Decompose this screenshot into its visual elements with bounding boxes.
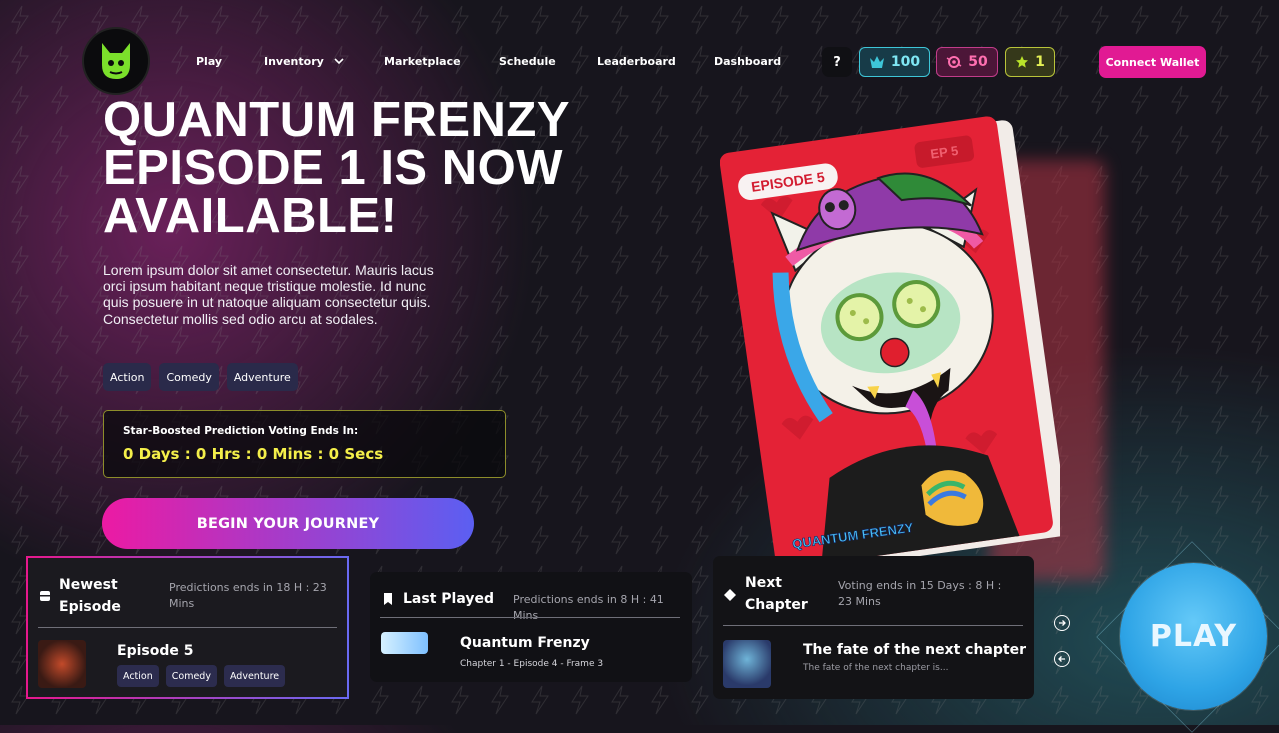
newest-episode-tags: Action Comedy Adventure <box>117 665 286 687</box>
next-chapter-card[interactable]: Next Chapter Voting ends in 15 Days : 8 … <box>713 556 1034 699</box>
card-divider <box>723 625 1023 626</box>
next-chapter-meta: Voting ends in 15 Days : 8 H : 23 Mins <box>838 579 1002 608</box>
bookmark-icon <box>384 593 392 605</box>
nav-leaderboard[interactable]: Leaderboard <box>597 55 676 68</box>
arrow-left-icon <box>1058 656 1065 662</box>
next-arrow-button[interactable] <box>1054 615 1070 631</box>
nav-schedule[interactable]: Schedule <box>499 55 556 68</box>
gem-count: 100 <box>890 54 921 70</box>
orb-balance[interactable]: 50 <box>936 47 998 77</box>
last-played-sub: Chapter 1 - Episode 4 - Frame 3 <box>460 659 604 669</box>
nav-play[interactable]: Play <box>196 55 222 68</box>
comic-book-cover[interactable]: EPISODE 5 EP 5 QUANTUM FRENZY <box>720 108 1060 558</box>
hero-title: QUANTUM FRENZY EPISODE 1 IS NOW AVAILABL… <box>103 93 570 243</box>
star-count: 1 <box>1035 54 1045 70</box>
tag-action: Action <box>103 363 152 391</box>
last-played-meta: Predictions ends in 8 H : 41 Mins <box>513 593 664 622</box>
newest-episode-card[interactable]: Newest Episode Predictions ends in 18 H … <box>26 556 349 699</box>
nav-marketplace[interactable]: Marketplace <box>384 55 461 68</box>
cat-logo-icon <box>102 43 130 79</box>
nav-inventory[interactable]: Inventory <box>264 55 344 68</box>
gem-balance[interactable]: 100 <box>859 47 930 77</box>
chevron-down-icon <box>334 58 344 65</box>
mini-tag-action: Action <box>117 665 159 687</box>
logo[interactable] <box>84 29 148 93</box>
quantum-frenzy-logo-thumb <box>381 632 428 654</box>
newest-episode-title: Newest Episode <box>59 577 121 615</box>
last-played-name: Quantum Frenzy <box>460 635 590 651</box>
orb-icon <box>946 56 962 68</box>
star-icon <box>1016 56 1029 68</box>
hero-tags: Action Comedy Adventure <box>103 363 298 391</box>
next-chapter-thumbnail <box>723 640 771 688</box>
crown-gem-icon <box>869 56 884 68</box>
next-chapter-sub: The fate of the next chapter is... <box>803 663 949 673</box>
nav-dashboard[interactable]: Dashboard <box>714 55 781 68</box>
nav-inventory-label: Inventory <box>264 55 324 68</box>
diamond-icon <box>724 589 736 601</box>
card-divider <box>380 617 680 618</box>
begin-journey-button[interactable]: BEGIN YOUR JOURNEY <box>102 498 474 549</box>
newest-episode-meta: Predictions ends in 18 H : 23 Mins <box>169 581 327 610</box>
countdown-value: 0 Days : 0 Hrs : 0 Mins : 0 Secs <box>123 445 384 463</box>
help-button[interactable]: ? <box>822 47 852 77</box>
next-chapter-title: Next Chapter <box>745 575 808 613</box>
last-played-card[interactable]: Last Played Predictions ends in 8 H : 41… <box>370 572 692 682</box>
star-balance[interactable]: 1 <box>1005 47 1055 77</box>
mini-tag-comedy: Comedy <box>165 665 217 687</box>
countdown-label: Star-Boosted Prediction Voting Ends In: <box>123 425 359 437</box>
next-chapter-name: The fate of the next chapter <box>803 642 1026 658</box>
tag-comedy: Comedy <box>159 363 219 391</box>
mini-tag-adventure: Adventure <box>223 665 286 687</box>
tag-adventure: Adventure <box>226 363 298 391</box>
hero-description: Lorem ipsum dolor sit amet consectetur. … <box>103 262 434 327</box>
play-button[interactable]: PLAY <box>1120 563 1267 710</box>
episode-thumbnail <box>38 640 86 688</box>
newest-episode-name: Episode 5 <box>117 643 194 659</box>
last-played-title: Last Played <box>403 591 494 607</box>
orb-count: 50 <box>968 54 988 70</box>
arrow-right-icon <box>1059 620 1066 626</box>
card-divider <box>38 627 337 628</box>
prev-arrow-button[interactable] <box>1054 651 1070 667</box>
stack-icon <box>40 591 50 601</box>
voting-countdown: Star-Boosted Prediction Voting Ends In: … <box>103 410 506 478</box>
connect-wallet-button[interactable]: Connect Wallet <box>1099 46 1206 78</box>
comic-cover-art: EPISODE 5 EP 5 QUANTUM FRENZY <box>720 116 1060 558</box>
